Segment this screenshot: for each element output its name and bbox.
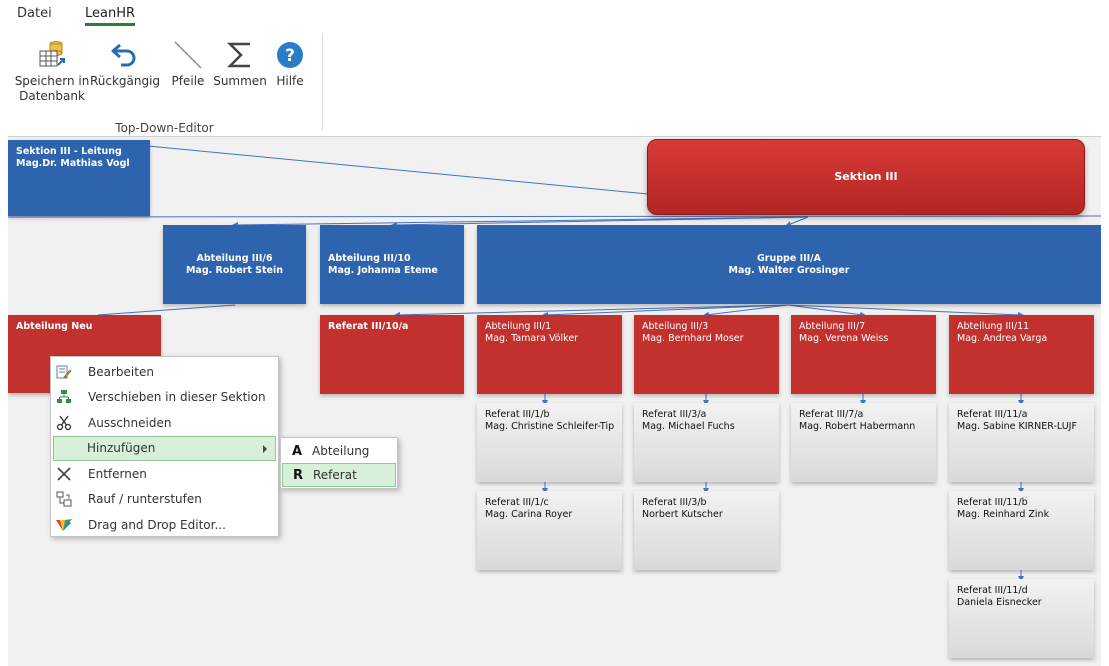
submenu-item-label: Abteilung bbox=[312, 444, 370, 458]
save-button-label-1: Speichern in bbox=[14, 74, 90, 88]
undo-button[interactable]: Rückgängig bbox=[89, 36, 161, 89]
svg-text:?: ? bbox=[285, 46, 295, 66]
sigma-icon bbox=[211, 36, 269, 74]
org-box-referat-iii-3-b[interactable]: Referat III/3/b Norbert Kutscher bbox=[634, 491, 779, 570]
org-box-abteilung-iii-1[interactable]: Abteilung III/1 Mag. Tamara Völker bbox=[477, 315, 622, 394]
submenu-item-label: Referat bbox=[313, 468, 357, 482]
org-box-sektion-iii[interactable]: Sektion III bbox=[647, 139, 1085, 215]
menu-item-ausschneiden[interactable]: Ausschneiden bbox=[51, 410, 278, 436]
menu-item-label: Bearbeiten bbox=[88, 364, 154, 379]
sums-button[interactable]: Summen bbox=[211, 36, 269, 89]
org-box-sektion-leitung[interactable]: Sektion III - Leitung Mag.Dr. Mathias Vo… bbox=[8, 140, 150, 216]
org-box-referat-iii-1-b[interactable]: Referat III/1/b Mag. Christine Schleifer… bbox=[477, 403, 622, 482]
org-box-referat-iii-7-a[interactable]: Referat III/7/a Mag. Robert Habermann bbox=[791, 403, 936, 482]
org-box-referat-iii-3-a[interactable]: Referat III/3/a Mag. Michael Fuchs bbox=[634, 403, 779, 482]
org-box-abteilung-iii-11[interactable]: Abteilung III/11 Mag. Andrea Varga bbox=[949, 315, 1094, 394]
menu-item-rauf-runterstufen[interactable]: Rauf / runterstufen bbox=[51, 487, 278, 513]
arrows-button[interactable]: Pfeile bbox=[168, 36, 208, 89]
org-box-referat-iii-11-b[interactable]: Referat III/11/b Mag. Reinhard Zink bbox=[949, 491, 1094, 570]
arrow-line-icon bbox=[168, 36, 208, 74]
org-box-referat-iii-1-c[interactable]: Referat III/1/c Mag. Carina Royer bbox=[477, 491, 622, 570]
submenu-hinzufuegen: A Abteilung R Referat bbox=[280, 437, 398, 489]
org-box-referat-iii-10-a[interactable]: Referat III/10/a bbox=[320, 315, 464, 394]
scissors-icon bbox=[55, 414, 73, 432]
arrows-button-label: Pfeile bbox=[171, 74, 205, 88]
sums-button-label: Summen bbox=[213, 74, 267, 88]
save-button-label-2: Datenbank bbox=[19, 89, 85, 103]
group-separator bbox=[322, 34, 323, 130]
submenu-item-abteilung[interactable]: A Abteilung bbox=[282, 439, 396, 463]
org-box-abteilung-iii-10[interactable]: Abteilung III/10 Mag. Johanna Eteme bbox=[320, 225, 464, 304]
menu-item-label: Rauf / runterstufen bbox=[88, 492, 202, 507]
context-menu: Bearbeiten Verschieben in dieser Sektion… bbox=[50, 356, 279, 537]
hierarchy-icon bbox=[55, 490, 73, 508]
tab-leanhr[interactable]: LeanHR bbox=[85, 6, 136, 26]
shortcut-key: A bbox=[291, 443, 303, 459]
undo-button-label: Rückgängig bbox=[89, 74, 161, 88]
ribbon: Datei LeanHR Speichern in Datenbank Rück… bbox=[8, 0, 1101, 137]
menu-item-label: Entfernen bbox=[88, 466, 147, 481]
edit-icon bbox=[55, 363, 73, 381]
org-box-referat-iii-11-d[interactable]: Referat III/11/d Daniela Eisnecker bbox=[949, 579, 1094, 658]
menu-item-verschieben[interactable]: Verschieben in dieser Sektion bbox=[51, 385, 278, 411]
menu-item-label: Drag and Drop Editor... bbox=[88, 517, 226, 532]
move-tree-icon bbox=[55, 388, 73, 406]
help-button[interactable]: ? Hilfe bbox=[270, 36, 310, 89]
org-box-abteilung-iii-6[interactable]: Abteilung III/6 Mag. Robert Stein bbox=[163, 225, 306, 304]
menu-item-label: Hinzufügen bbox=[87, 441, 156, 456]
drag-drop-logo-icon bbox=[55, 516, 73, 534]
submenu-item-referat[interactable]: R Referat bbox=[282, 463, 396, 487]
group-label-top-down-editor: Top-Down-Editor bbox=[115, 121, 214, 135]
submenu-arrow-icon bbox=[263, 444, 267, 453]
org-box-referat-iii-11-a[interactable]: Referat III/11/a Mag. Sabine KIRNER-LUJF bbox=[949, 403, 1094, 482]
org-box-gruppe-iii-a[interactable]: Gruppe III/A Mag. Walter Grosinger bbox=[477, 225, 1101, 304]
shortcut-key: R bbox=[292, 467, 303, 483]
menu-item-label: Verschieben in dieser Sektion bbox=[88, 390, 266, 405]
org-box-abteilung-iii-7[interactable]: Abteilung III/7 Mag. Verena Weiss bbox=[791, 315, 936, 394]
menu-item-hinzufuegen[interactable]: Hinzufügen bbox=[53, 435, 276, 461]
database-save-icon bbox=[14, 36, 90, 74]
undo-icon bbox=[89, 36, 161, 74]
help-button-label: Hilfe bbox=[276, 74, 304, 88]
menu-item-entfernen[interactable]: Entfernen bbox=[51, 461, 278, 487]
org-box-abteilung-iii-3[interactable]: Abteilung III/3 Mag. Bernhard Moser bbox=[634, 315, 779, 394]
remove-x-icon bbox=[55, 465, 73, 483]
save-to-database-button[interactable]: Speichern in Datenbank bbox=[14, 36, 90, 104]
menu-item-label: Ausschneiden bbox=[88, 415, 172, 430]
help-icon: ? bbox=[270, 36, 310, 74]
tab-datei[interactable]: Datei bbox=[17, 6, 52, 21]
menu-item-bearbeiten[interactable]: Bearbeiten bbox=[51, 359, 278, 385]
menu-item-drag-and-drop-editor[interactable]: Drag and Drop Editor... bbox=[51, 512, 278, 538]
